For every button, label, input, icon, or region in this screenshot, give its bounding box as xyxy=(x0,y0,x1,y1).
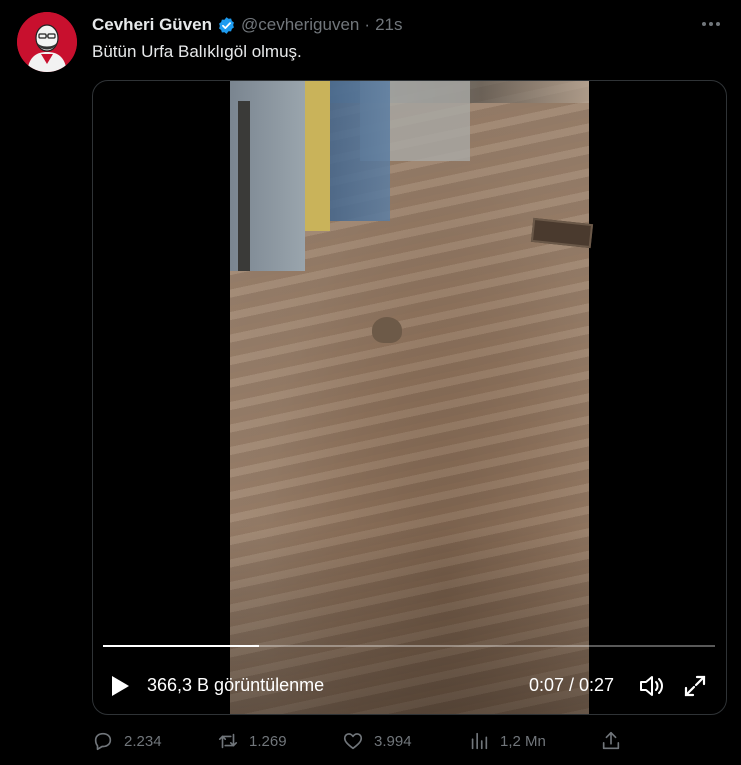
video-progress-bar[interactable] xyxy=(103,645,715,647)
pole xyxy=(238,101,250,271)
reply-icon xyxy=(94,732,112,751)
author-name[interactable]: Cevheri Güven xyxy=(92,15,212,35)
video-views-label: 366,3 B görüntülenme xyxy=(147,675,325,695)
share-button[interactable] xyxy=(600,728,622,754)
avatar[interactable] xyxy=(17,12,77,72)
verified-badge-icon[interactable] xyxy=(217,16,236,35)
reply-button[interactable]: 2.234 xyxy=(92,728,162,754)
tweet-header: Cevheri Güven @cevheriguven · 21s xyxy=(92,12,402,38)
play-icon[interactable] xyxy=(109,675,131,697)
video-controls: 366,3 B görüntülenme 0:07 / 0:27 xyxy=(93,667,726,703)
separator-dot: · xyxy=(364,15,371,34)
tweet-actions: 2.234 1.269 3.994 1,2 Mn xyxy=(92,728,632,754)
avatar-illustration xyxy=(17,12,77,72)
person-in-water xyxy=(372,317,402,343)
tweet-time[interactable]: 21s xyxy=(375,15,402,35)
floating-debris xyxy=(530,217,594,249)
more-icon[interactable] xyxy=(699,14,723,34)
video-player[interactable]: 366,3 B görüntülenme 0:07 / 0:27 xyxy=(92,80,727,715)
volume-icon[interactable] xyxy=(638,673,664,699)
video-timer: 0:07 / 0:27 xyxy=(529,675,615,695)
retweet-button[interactable]: 1.269 xyxy=(217,728,287,754)
fullscreen-icon[interactable] xyxy=(683,674,707,698)
tweet-text: Bütün Urfa Balıklıgöl olmuş. xyxy=(92,42,302,61)
tweet[interactable]: Cevheri Güven @cevheriguven · 21s Bütün … xyxy=(0,0,741,765)
video-frame[interactable] xyxy=(230,81,594,714)
retweet-count: 1.269 xyxy=(249,732,287,750)
like-count: 3.994 xyxy=(374,732,412,750)
reply-count: 2.234 xyxy=(124,732,162,750)
like-button[interactable]: 3.994 xyxy=(342,728,412,754)
share-icon xyxy=(602,731,620,750)
views-icon xyxy=(471,732,488,750)
views-count: 1,2 Mn xyxy=(500,732,546,750)
author-handle[interactable]: @cevheriguven xyxy=(241,15,359,35)
views-button[interactable]: 1,2 Mn xyxy=(468,728,546,754)
like-icon xyxy=(343,733,363,750)
retweet-icon xyxy=(218,733,238,749)
video-progress-fill xyxy=(103,645,260,647)
